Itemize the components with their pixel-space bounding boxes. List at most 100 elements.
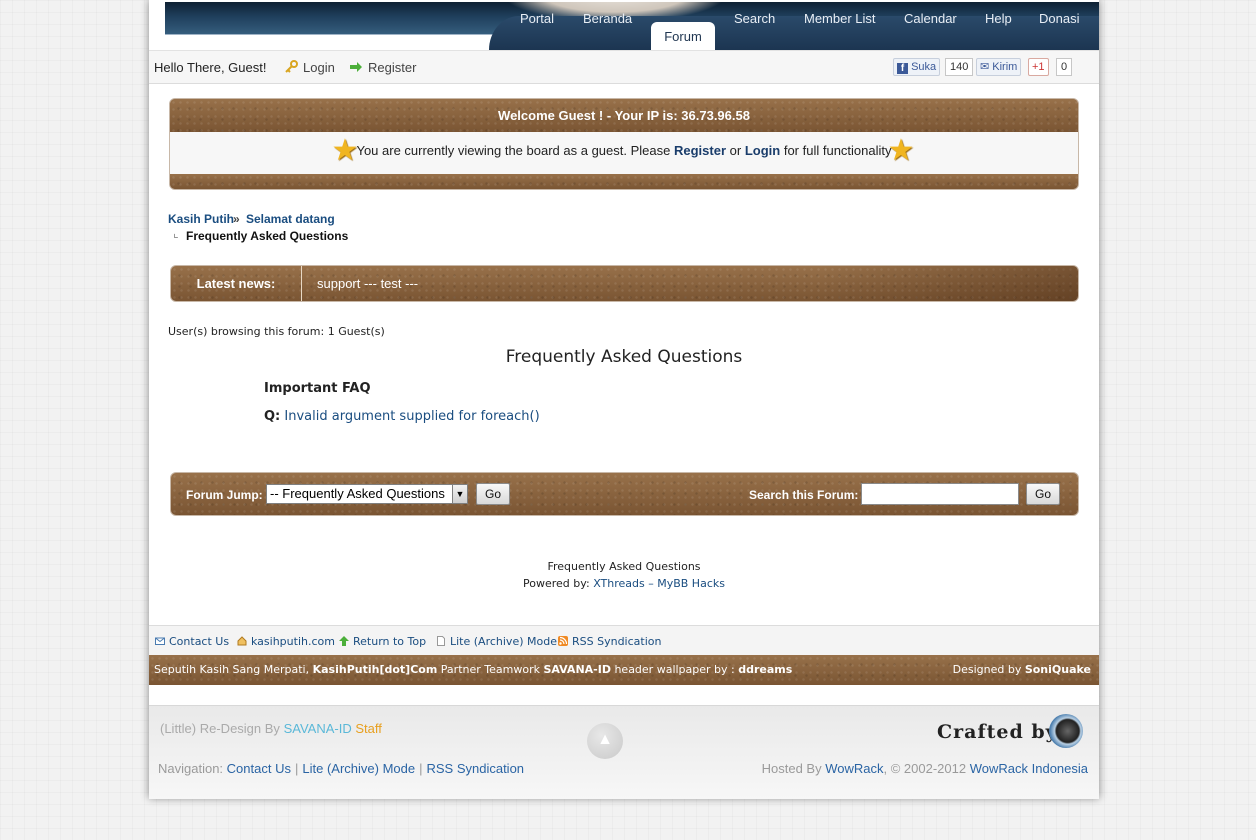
bottom-info: Frequently Asked Questions Powered by: X…	[149, 558, 1099, 592]
copyright-part2: Partner Teamwork	[440, 663, 540, 676]
separator: |	[294, 761, 299, 776]
nav-search[interactable]: Search	[734, 11, 775, 26]
breadcrumb-root[interactable]: Kasih Putih	[168, 212, 234, 226]
separator: |	[419, 761, 423, 776]
chat-icon: ✉	[980, 61, 990, 73]
host-full-link[interactable]: WowRack Indonesia	[970, 761, 1088, 776]
document-icon	[437, 636, 445, 646]
lite-mode-label: Lite (Archive) Mode	[450, 635, 557, 648]
hosted-prefix: Hosted By	[761, 761, 822, 776]
facebook-icon: f	[897, 63, 908, 74]
home-label: kasihputih.com	[251, 635, 335, 648]
login-label: Login	[303, 60, 335, 75]
copyright-wallpaper-by: ddreams	[738, 663, 793, 676]
scroll-to-top-button[interactable]: ▲	[587, 723, 623, 759]
crafted-by-text: Crafted by	[937, 721, 1058, 743]
guest-or-text: or	[729, 143, 742, 158]
chevron-down-icon: ▼	[452, 485, 467, 503]
footer-lite-link[interactable]: Lite (Archive) Mode	[302, 761, 415, 776]
redesign-staff: Staff	[355, 721, 382, 736]
host-copyright: , © 2002-2012	[883, 761, 967, 776]
redesign-credit: (Little) Re-Design By SAVANA-ID Staff	[160, 721, 382, 736]
search-forum-label: Search this Forum:	[749, 488, 859, 502]
send-button[interactable]: ✉ Kirim	[976, 58, 1022, 76]
home-icon	[237, 636, 247, 646]
designed-by-prefix: Designed by	[952, 663, 1022, 676]
guest-notice-header: Welcome Guest ! - Your IP is: 36.73.96.5…	[170, 99, 1078, 132]
powered-by-link[interactable]: XThreads – MyBB Hacks	[593, 577, 725, 590]
guest-login-link[interactable]: Login	[745, 143, 780, 158]
redesign-prefix: (Little) Re-Design By	[160, 721, 280, 736]
like-label: Suka	[911, 61, 937, 73]
login-link[interactable]: Login	[284, 60, 335, 75]
news-label: Latest news:	[171, 266, 302, 301]
star-icon: ★	[331, 134, 359, 167]
rss-icon	[558, 636, 568, 646]
star-icon: ★	[887, 134, 915, 167]
send-label: Kirim	[992, 61, 1018, 73]
breadcrumb-parent[interactable]: Selamat datang	[246, 212, 335, 226]
search-forum-go-button[interactable]: Go	[1026, 483, 1060, 505]
hosted-by: Hosted By WowRack, © 2002-2012 WowRack I…	[762, 761, 1088, 776]
copyright-part3: header wallpaper by :	[614, 663, 735, 676]
forum-jump-label: Forum Jump:	[186, 488, 263, 502]
site-header: Portal Beranda Forum Search Member List …	[149, 0, 1099, 50]
redesign-team: SAVANA-ID	[283, 721, 352, 736]
copyright-part1: Seputih Kasih Sang Merpati,	[154, 663, 310, 676]
guest-message-pre: You are currently viewing the board as a…	[356, 143, 671, 158]
faq-question-row: Q: Invalid argument supplied for foreach…	[264, 409, 540, 424]
lite-mode-link[interactable]: Lite (Archive) Mode	[436, 635, 557, 648]
footer-link-bar: Contact Us kasihputih.com Return to Top …	[149, 625, 1099, 656]
host-link[interactable]: WowRack	[825, 761, 883, 776]
news-text[interactable]: support --- test ---	[317, 266, 418, 301]
rss-label: RSS Syndication	[572, 635, 662, 648]
forum-jump-go-button[interactable]: Go	[476, 483, 510, 505]
register-link[interactable]: Register	[349, 60, 416, 75]
powered-by-prefix: Powered by:	[523, 577, 590, 590]
gplus-label: +1	[1032, 61, 1045, 73]
home-link[interactable]: kasihputih.com	[237, 635, 335, 648]
mail-icon	[155, 637, 165, 645]
forum-jump-select[interactable]: -- Frequently Asked Questions ▼	[266, 484, 468, 504]
nav-portal[interactable]: Portal	[520, 11, 554, 26]
copyright-brand: KasihPutih[dot]Com	[312, 663, 438, 676]
designer-name: SoniQuake	[1024, 663, 1091, 676]
nav-member-list[interactable]: Member List	[804, 11, 876, 26]
contact-us-label: Contact Us	[169, 635, 230, 648]
nav-beranda[interactable]: Beranda	[583, 11, 632, 26]
outer-footer: (Little) Re-Design By SAVANA-ID Staff ▲ …	[149, 705, 1099, 799]
search-forum-input[interactable]	[861, 483, 1019, 505]
gplus-count: 0	[1056, 58, 1073, 76]
facebook-like-button[interactable]: f Suka	[893, 58, 941, 76]
footer-rss-link[interactable]: RSS Syndication	[426, 761, 524, 776]
nav-forum[interactable]: Forum	[651, 22, 715, 50]
return-to-top-link[interactable]: Return to Top	[339, 635, 426, 648]
latest-news-bar: Latest news: support --- test ---	[170, 265, 1079, 302]
designed-by: Designed by SoniQuake	[953, 655, 1091, 685]
copyright-left: Seputih Kasih Sang Merpati, KasihPutih[d…	[154, 655, 792, 685]
footer-contact-link[interactable]: Contact Us	[227, 761, 291, 776]
nav-calendar[interactable]: Calendar	[904, 11, 957, 26]
forum-jump-bar: Forum Jump: -- Frequently Asked Question…	[170, 472, 1079, 516]
guest-message-post: for full functionality	[783, 143, 892, 158]
key-icon	[285, 60, 298, 73]
breadcrumb-separator-icon: »	[233, 212, 240, 226]
arrow-up-icon	[339, 636, 349, 646]
navigation-prefix: Navigation:	[158, 761, 224, 776]
powered-by: Powered by: XThreads – MyBB Hacks	[149, 575, 1099, 592]
copyright-partner: SAVANA-ID	[543, 663, 611, 676]
guest-register-link[interactable]: Register	[674, 143, 726, 158]
nav-donasi[interactable]: Donasi	[1039, 11, 1079, 26]
contact-us-link[interactable]: Contact Us	[155, 635, 229, 648]
footer-navigation: Navigation: Contact Us | Lite (Archive) Mo…	[158, 761, 524, 776]
news-fade	[818, 266, 1078, 301]
return-to-top-label: Return to Top	[353, 635, 427, 648]
page-container: Portal Beranda Forum Search Member List …	[149, 0, 1099, 799]
faq-question-link[interactable]: Invalid argument supplied for foreach()	[284, 409, 539, 424]
nav-help[interactable]: Help	[985, 11, 1012, 26]
copyright-bar: Seputih Kasih Sang Merpati, KasihPutih[d…	[149, 655, 1099, 685]
gplus-button[interactable]: +1	[1028, 58, 1049, 76]
register-label: Register	[368, 60, 417, 75]
guest-notice-footer	[170, 174, 1078, 189]
rss-link[interactable]: RSS Syndication	[558, 635, 661, 648]
